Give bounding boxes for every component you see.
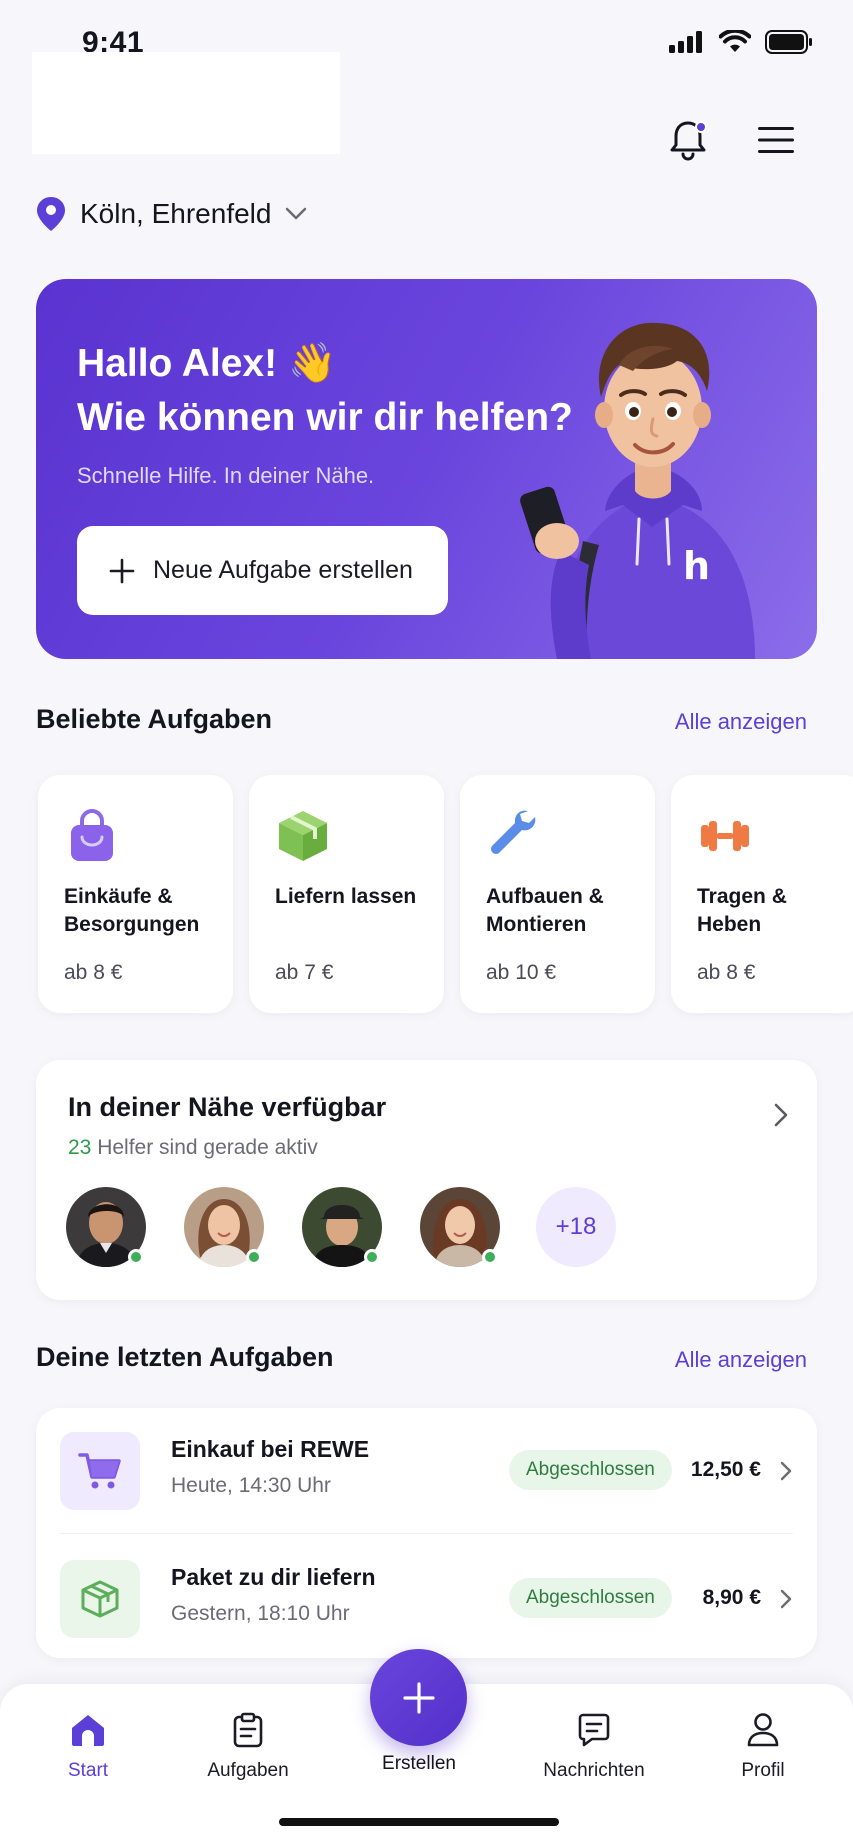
category-card-delivery[interactable]: Liefern lassen ab 7 € (249, 775, 444, 1013)
task-title: Einkauf bei REWE (171, 1436, 370, 1462)
helper-avatar[interactable] (184, 1187, 264, 1267)
recent-see-all-link[interactable]: Alle anzeigen (675, 1347, 807, 1373)
nav-item-aufgaben[interactable]: Aufgaben (183, 1712, 313, 1782)
task-time: Heute, 14:30 Uhr (171, 1474, 331, 1497)
svg-text:h: h (683, 544, 710, 588)
create-task-button[interactable]: Neue Aufgabe erstellen (77, 526, 448, 615)
category-card-carrying[interactable]: Tragen & Heben ab 8 € (671, 775, 853, 1013)
plus-icon (402, 1681, 435, 1714)
notification-dot (695, 121, 707, 133)
category-card-shopping[interactable]: Einkäufe & Besorgungen ab 8 € (38, 775, 233, 1013)
popular-section-title: Beliebte Aufgaben (36, 704, 273, 734)
recent-tasks-card: Einkauf bei REWE Heute, 14:30 Uhr Abgesc… (36, 1408, 817, 1658)
signal-icon (669, 31, 702, 53)
hero-banner: Hallo Alex! 👋 Wie können wir dir helfen?… (36, 279, 817, 659)
nav-item-nachrichten[interactable]: Nachrichten (529, 1712, 659, 1782)
nav-label: Aufgaben (207, 1760, 289, 1781)
user-icon (747, 1713, 779, 1747)
chevron-right-icon (780, 1589, 792, 1609)
task-price: 8,90 € (702, 1586, 761, 1609)
chevron-right-icon (774, 1103, 788, 1127)
active-helpers-count: 23 (68, 1136, 92, 1159)
status-icons (669, 30, 813, 54)
category-price: ab 10 € (486, 961, 557, 984)
category-price: ab 8 € (64, 961, 123, 984)
online-indicator (128, 1249, 144, 1265)
plus-icon (109, 558, 135, 583)
chevron-down-icon (286, 207, 307, 220)
nav-item-profil[interactable]: Profil (698, 1712, 828, 1782)
recent-section-title: Deine letzten Aufgaben (36, 1342, 334, 1372)
home-icon (72, 1715, 104, 1746)
wifi-icon (719, 30, 751, 52)
task-icon-box (60, 1560, 140, 1638)
task-row[interactable]: Einkauf bei REWE Heute, 14:30 Uhr Abgesc… (36, 1408, 817, 1536)
status-badge: Abgeschlossen (509, 1450, 672, 1490)
box-icon (81, 1580, 119, 1618)
category-name: Liefern lassen (275, 885, 417, 908)
helper-avatar[interactable] (420, 1187, 500, 1267)
wrench-icon (491, 810, 536, 854)
logo-placeholder (32, 52, 340, 154)
category-card-assembly[interactable]: Aufbauen & Montieren ab 10 € (460, 775, 655, 1013)
location-selector[interactable]: Köln, Ehrenfeld (36, 196, 307, 232)
chevron-right-icon (780, 1461, 792, 1481)
task-title: Paket zu dir liefern (171, 1564, 376, 1590)
package-icon (279, 811, 327, 861)
menu-button[interactable] (748, 112, 804, 168)
nav-item-start[interactable]: Start (23, 1712, 153, 1782)
home-indicator (279, 1818, 559, 1826)
category-name: Aufbauen & Montieren (486, 885, 604, 936)
category-name: Tragen & Heben (697, 885, 787, 936)
hero-subtitle: Schnelle Hilfe. In deiner Nähe. (77, 463, 375, 488)
clipboard-icon (233, 1712, 263, 1748)
helper-character-illustration: h (520, 322, 755, 659)
popular-see-all-link[interactable]: Alle anzeigen (675, 709, 807, 735)
task-price: 12,50 € (690, 1458, 761, 1481)
active-helpers-text: Helfer sind gerade aktiv (91, 1136, 318, 1159)
cart-icon (78, 1453, 121, 1489)
shopping-bag-icon (71, 809, 113, 861)
category-price: ab 7 € (275, 961, 334, 984)
create-fab-button[interactable] (370, 1649, 467, 1746)
nav-label: Start (67, 1760, 109, 1781)
category-price: ab 8 € (697, 961, 756, 984)
task-icon-box (60, 1432, 140, 1510)
menu-icon (758, 127, 794, 153)
nearby-subtitle: 23 Helfer sind gerade aktiv (68, 1136, 318, 1160)
task-time: Gestern, 18:10 Uhr (171, 1602, 350, 1625)
notifications-button[interactable] (660, 112, 716, 168)
more-helpers-badge[interactable]: +18 (536, 1187, 616, 1267)
online-indicator (482, 1249, 498, 1265)
category-name: Einkäufe & Besorgungen (64, 885, 200, 936)
online-indicator (364, 1249, 380, 1265)
divider (60, 1533, 793, 1534)
nav-label: Profil (741, 1760, 785, 1781)
nav-label-erstellen[interactable]: Erstellen (360, 1753, 478, 1775)
helper-avatar[interactable] (66, 1187, 146, 1267)
battery-icon (765, 30, 812, 54)
create-task-label: Neue Aufgabe erstellen (153, 556, 413, 584)
nearby-title: In deiner Nähe verfügbar (68, 1092, 387, 1122)
helper-avatar[interactable] (302, 1187, 382, 1267)
location-pin-icon (37, 197, 65, 231)
location-label: Köln, Ehrenfeld (80, 198, 272, 229)
nearby-helpers-card[interactable]: In deiner Nähe verfügbar 23 Helfer sind … (36, 1060, 817, 1300)
chat-icon (578, 1713, 610, 1747)
task-row[interactable]: Paket zu dir liefern Gestern, 18:10 Uhr … (36, 1536, 817, 1664)
status-badge: Abgeschlossen (509, 1578, 672, 1618)
online-indicator (246, 1249, 262, 1265)
nav-label: Nachrichten (543, 1760, 645, 1781)
dumbbell-icon (701, 821, 749, 851)
